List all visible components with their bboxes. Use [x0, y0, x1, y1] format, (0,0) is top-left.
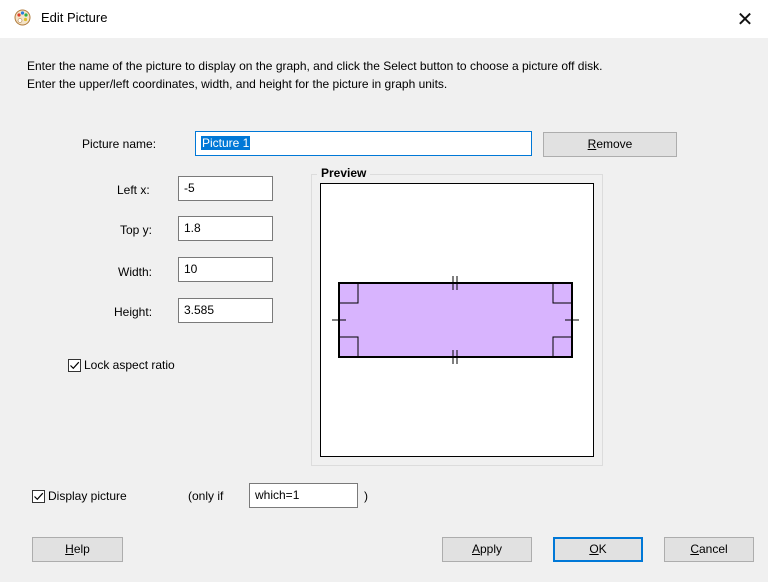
instructions-line-1: Enter the name of the picture to display… [27, 59, 603, 73]
lock-aspect-checkbox[interactable] [68, 359, 81, 372]
height-input[interactable]: 3.585 [178, 298, 273, 323]
height-value: 3.585 [184, 303, 215, 317]
instructions-line-2: Enter the upper/left coordinates, width,… [27, 77, 448, 91]
cancel-accel: C [690, 542, 699, 556]
cancel-button[interactable]: Cancel [664, 537, 754, 562]
help-label: elp [73, 542, 90, 556]
width-value: 10 [184, 262, 198, 276]
picture-name-input[interactable]: Picture 1 [195, 131, 532, 156]
ok-label: K [598, 542, 607, 556]
display-picture-checkbox[interactable] [32, 490, 45, 503]
condition-input[interactable]: which=1 [249, 483, 358, 508]
only-if-label: (only if [188, 489, 224, 503]
preview-title: Preview [317, 166, 371, 180]
ok-button[interactable]: OK [553, 537, 643, 562]
remove-button[interactable]: Remove [543, 132, 677, 157]
title-bar[interactable]: Edit Picture ✕ [0, 0, 768, 38]
preview-canvas[interactable] [320, 183, 594, 457]
close-icon: ✕ [736, 7, 754, 31]
remove-label: emove [596, 137, 633, 151]
remove-accel: R [587, 137, 597, 151]
display-picture-label[interactable]: Display picture [48, 489, 127, 503]
checkmark-icon [70, 361, 80, 370]
checkmark-icon [34, 492, 44, 501]
left-x-input[interactable]: -5 [178, 176, 273, 201]
window-title: Edit Picture [41, 10, 108, 25]
picture-rect [338, 282, 573, 358]
preview-drawing [332, 276, 579, 364]
left-x-label: Left x: [117, 183, 150, 197]
ok-accel: O [589, 542, 599, 556]
apply-button[interactable]: Apply [442, 537, 532, 562]
edit-picture-dialog: Edit Picture ✕ Enter the name of the pic… [0, 0, 768, 582]
width-input[interactable]: 10 [178, 257, 273, 282]
condition-value: which=1 [255, 488, 300, 502]
top-y-input[interactable]: 1.8 [178, 216, 273, 241]
left-x-value: -5 [184, 181, 195, 195]
palette-icon [14, 9, 31, 26]
top-y-label: Top y: [120, 223, 153, 237]
help-accel: H [65, 542, 74, 556]
cancel-label: ancel [698, 542, 728, 556]
top-y-value: 1.8 [184, 221, 201, 235]
close-button[interactable]: ✕ [722, 0, 768, 38]
lock-aspect-label[interactable]: Lock aspect ratio [84, 358, 175, 372]
instructions: Enter the name of the picture to display… [27, 57, 757, 93]
width-label: Width: [118, 265, 153, 279]
height-label: Height: [114, 305, 153, 319]
apply-accel: A [471, 542, 480, 556]
apply-label: pply [480, 542, 503, 556]
close-paren: ) [364, 489, 368, 503]
help-button[interactable]: Help [32, 537, 123, 562]
picture-name-value: Picture 1 [201, 136, 251, 150]
picture-name-label: Picture name: [82, 137, 157, 151]
